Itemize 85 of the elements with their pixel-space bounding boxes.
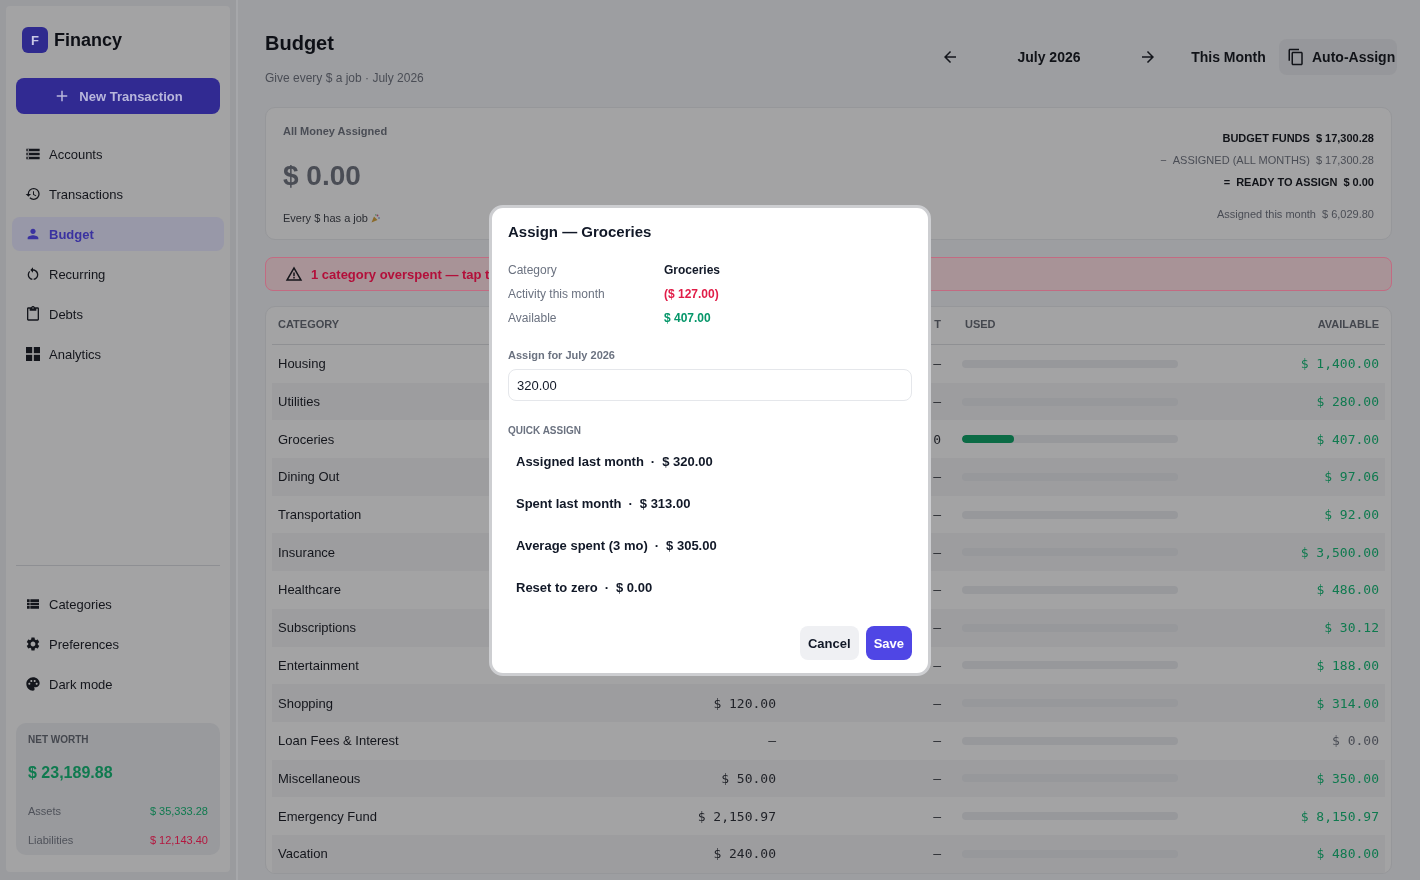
alert-text: 1 category overspent — tap t	[311, 266, 490, 282]
category-cell: Groceries	[278, 431, 335, 447]
table-cell: –	[933, 582, 941, 598]
category-cell: Emergency Fund	[278, 808, 377, 824]
table-cell: –	[933, 846, 941, 862]
detail-label: Available	[508, 310, 558, 326]
logo-icon: F	[22, 27, 48, 53]
net-worth-title: NET WORTH	[28, 734, 90, 746]
table-cell: –	[933, 733, 941, 749]
summary-line-label: READY TO ASSIGN	[1236, 175, 1338, 190]
table-cell: –	[768, 733, 776, 749]
column-header: AVAILABLE	[1317, 317, 1379, 330]
category-cell: Shopping	[278, 695, 333, 711]
summary-line-amount: $ 17,300.28	[1315, 153, 1374, 168]
table-cell: –	[933, 394, 941, 410]
summary-sign: =	[1223, 175, 1231, 190]
category-cell: Entertainment	[278, 657, 359, 673]
table-cell: $ 50.00	[721, 770, 776, 786]
category-cell: Utilities	[278, 394, 320, 410]
available-cell: $ 407.00	[1316, 431, 1379, 447]
available-cell: $ 8,150.97	[1300, 808, 1379, 824]
summary-amount: $ 0.00	[283, 159, 362, 193]
page-title: Budget	[265, 31, 335, 55]
table-cell: –	[933, 356, 941, 372]
category-cell: Healthcare	[278, 582, 341, 598]
assigned-month-amount: $ 6,029.80	[1322, 208, 1374, 220]
detail-value: $ 407.00	[664, 310, 712, 326]
table-cell: –	[933, 544, 941, 560]
available-cell: $ 350.00	[1316, 770, 1379, 786]
table-cell: –	[933, 620, 941, 636]
available-cell: $ 1,400.00	[1300, 356, 1379, 372]
table-cell: –	[933, 808, 941, 824]
summary-line-label: ASSIGNED (ALL MONTHS)	[1172, 153, 1310, 168]
available-cell: $ 314.00	[1316, 695, 1379, 711]
column-header: CATEGORY	[278, 317, 340, 330]
category-cell: Insurance	[278, 544, 336, 560]
summary-sign: −	[1160, 153, 1167, 168]
category-cell: Vacation	[278, 846, 328, 862]
available-cell: $ 188.00	[1316, 657, 1379, 673]
page-subtitle: Give every $ a job · July 2026	[265, 70, 424, 86]
net-worth-amount: $ 35,333.28	[149, 804, 208, 818]
available-cell: $ 0.00	[1332, 733, 1379, 749]
table-cell: $ 120.00	[713, 695, 776, 711]
table-cell: $ 2,150.97	[697, 808, 776, 824]
detail-label: Activity this month	[508, 286, 606, 302]
column-header: T	[934, 317, 941, 330]
table-cell: 0	[933, 431, 941, 447]
category-cell: Miscellaneous	[278, 770, 361, 786]
available-cell: $ 480.00	[1316, 846, 1379, 862]
net-worth-value: $ 23,189.88	[28, 763, 114, 783]
dialog-title: Assign — Groceries	[508, 222, 653, 242]
summary-line-label: BUDGET FUNDS	[1222, 131, 1310, 146]
category-cell: Subscriptions	[278, 620, 357, 636]
table-cell: –	[933, 657, 941, 673]
table-cell: –	[933, 695, 941, 711]
summary-note: Every $ has a job	[283, 211, 368, 225]
summary-title: All Money Assigned	[283, 124, 388, 138]
category-cell: Transportation	[278, 507, 362, 523]
summary-line-amount: $ 0.00	[1343, 175, 1374, 190]
detail-label: Category	[508, 262, 558, 278]
available-cell: $ 30.12	[1324, 620, 1379, 636]
net-worth-label: Assets	[28, 804, 61, 818]
net-worth-label: Liabilities	[28, 833, 74, 847]
app-name: Financy	[54, 29, 123, 51]
available-cell: $ 3,500.00	[1300, 544, 1379, 560]
table-cell: $ 240.00	[713, 846, 776, 862]
available-cell: $ 280.00	[1316, 394, 1379, 410]
assigned-month-label: Assigned this month	[1216, 208, 1316, 220]
net-worth-amount: $ 12,143.40	[149, 833, 208, 847]
summary-line-amount: $ 17,300.28	[1315, 131, 1374, 146]
category-cell: Dining Out	[278, 469, 340, 485]
detail-value: Groceries	[664, 262, 722, 278]
field-label: Assign for July 2026	[508, 348, 616, 362]
column-header: USED	[965, 317, 996, 330]
category-cell: Loan Fees & Interest	[278, 733, 399, 749]
detail-value: ($ 127.00)	[664, 286, 720, 302]
table-cell: –	[933, 770, 941, 786]
table-cell: –	[933, 507, 941, 523]
available-cell: $ 97.06	[1324, 469, 1379, 485]
month-label: July 2026	[1016, 49, 1082, 65]
available-cell: $ 92.00	[1324, 507, 1379, 523]
available-cell: $ 486.00	[1316, 582, 1379, 598]
table-cell: –	[933, 469, 941, 485]
quick-assign-title: QUICK ASSIGN	[508, 425, 582, 437]
category-cell: Housing	[278, 356, 326, 372]
